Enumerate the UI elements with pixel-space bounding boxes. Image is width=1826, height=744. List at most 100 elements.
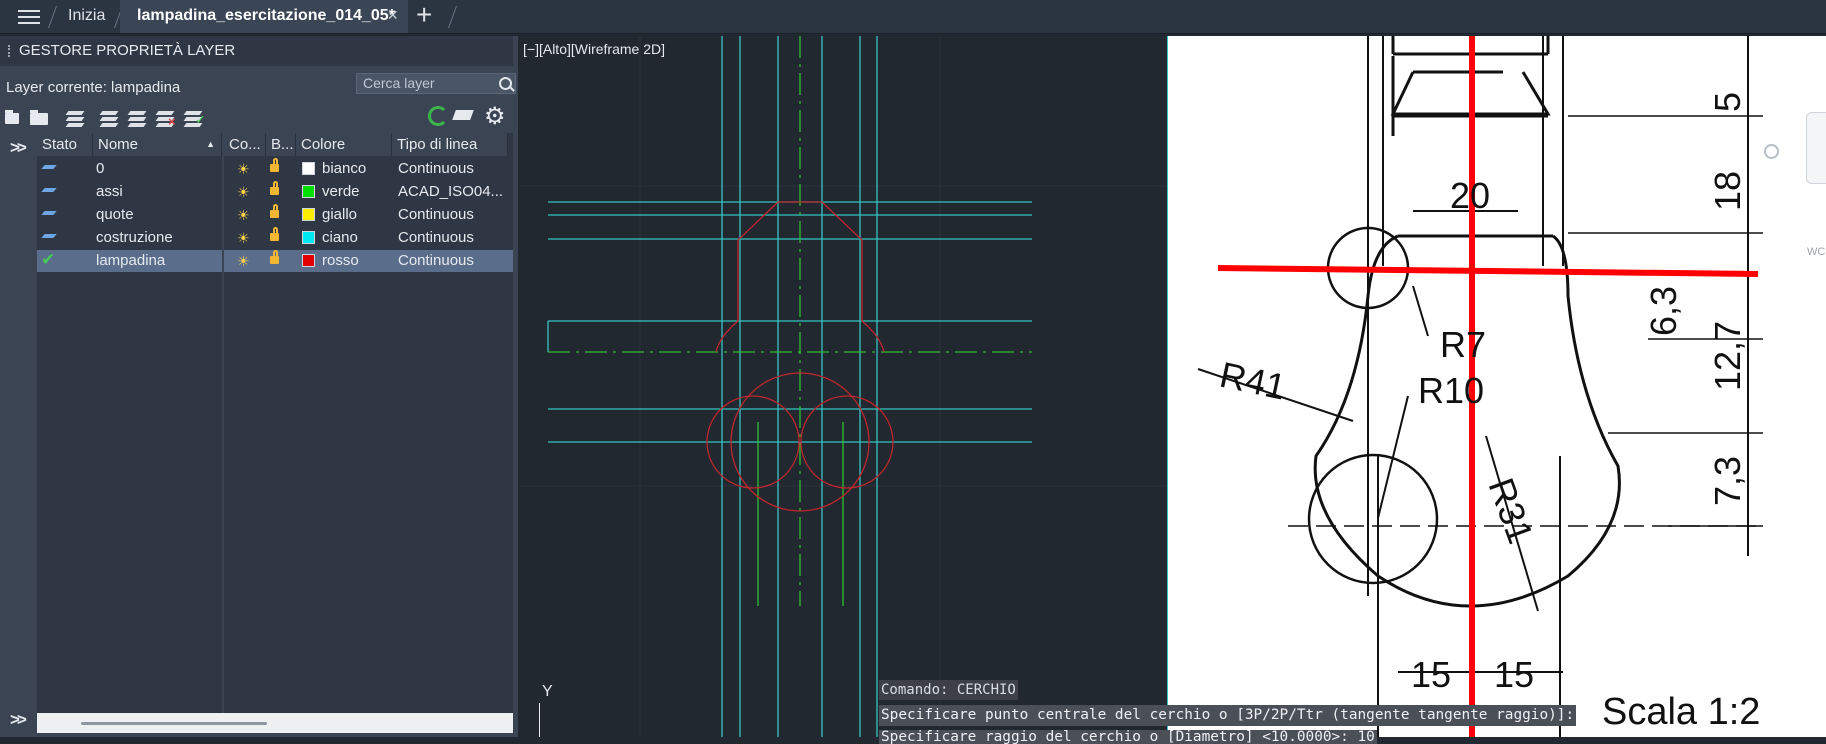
unlock-icon[interactable] xyxy=(270,181,279,195)
sun-icon[interactable]: ☀ xyxy=(237,204,250,226)
new-layer-vp-frozen-icon[interactable] xyxy=(126,108,147,127)
reference-image[interactable]: 20 R41 R7 R10 R31 15 15 Scala 1:2 5 18 6… xyxy=(1168,36,1826,737)
linetype[interactable]: Continuous xyxy=(398,158,474,180)
color-swatch[interactable] xyxy=(302,231,315,244)
color-swatch[interactable] xyxy=(302,185,315,198)
new-group-filter-icon[interactable] xyxy=(30,108,50,126)
table-row[interactable]: ☀ verde ACAD_ISO04... xyxy=(224,181,513,203)
double-chevron-right-icon[interactable]: >> xyxy=(10,138,27,158)
search-icon[interactable] xyxy=(499,77,512,90)
linetype[interactable]: Continuous xyxy=(398,204,474,226)
drag-grip-icon[interactable] xyxy=(8,45,13,57)
drawing-viewport[interactable] xyxy=(520,36,1168,737)
tab-bar: Inizia lampadina_esercitazione_014_05* ×… xyxy=(0,0,1826,34)
sun-icon[interactable]: ☀ xyxy=(237,158,250,180)
unlock-icon[interactable] xyxy=(270,204,279,218)
gear-icon[interactable]: ⚙ xyxy=(484,105,506,129)
color-name: ciano xyxy=(322,229,358,246)
linetype[interactable]: Continuous xyxy=(398,227,474,249)
column-nome[interactable]: Nome ▲ xyxy=(93,133,222,156)
color-swatch[interactable] xyxy=(302,254,315,267)
dim-r10: R10 xyxy=(1418,370,1484,411)
new-property-filter-icon[interactable] xyxy=(4,108,24,126)
unlock-icon[interactable] xyxy=(270,227,279,241)
linetype[interactable]: ACAD_ISO04... xyxy=(398,181,503,203)
column-nome-label: Nome xyxy=(98,136,139,153)
sun-icon[interactable]: ☀ xyxy=(237,181,250,203)
layer-properties-panel: GESTORE PROPRIETÀ LAYER Layer corrente: … xyxy=(0,36,518,737)
layer-name: costruzione xyxy=(96,229,173,246)
dim-12-7: 12,7 xyxy=(1707,321,1748,391)
layer-table-right: Co... B... Colore Tipo di linea ☀ bianco… xyxy=(224,133,513,719)
layer-status-icon xyxy=(41,211,57,215)
color-swatch[interactable] xyxy=(302,162,315,175)
double-chevron-right-icon[interactable]: >> xyxy=(10,710,27,730)
dim-r7: R7 xyxy=(1440,324,1486,365)
command-input-line[interactable]: Specificare raggio del cerchio o [Diamet… xyxy=(879,730,1377,744)
new-layer-icon[interactable] xyxy=(98,108,119,127)
dim-15a: 15 xyxy=(1411,654,1451,695)
color-name: verde xyxy=(322,183,360,200)
brush-icon[interactable] xyxy=(452,110,474,120)
construction-lines xyxy=(547,36,1032,737)
table-row[interactable]: 0 xyxy=(37,158,222,180)
tab-inizia[interactable]: Inizia xyxy=(58,0,115,33)
sort-up-icon: ▲ xyxy=(206,139,215,149)
ucs-icon xyxy=(539,703,540,737)
horizontal-scrollbar[interactable] xyxy=(37,713,513,733)
delete-layer-icon[interactable]: × xyxy=(154,108,176,129)
scrollbar-thumb[interactable] xyxy=(81,722,267,725)
tab-drawing[interactable]: lampadina_esercitazione_014_05* × xyxy=(120,0,408,33)
hamburger-icon[interactable] xyxy=(18,7,40,25)
panel-title: GESTORE PROPRIETÀ LAYER xyxy=(0,36,513,66)
close-icon[interactable]: × xyxy=(387,0,398,31)
table-row[interactable]: assi xyxy=(37,181,222,203)
table-row[interactable]: costruzione xyxy=(37,227,222,249)
tab-separator xyxy=(447,6,458,28)
unlock-icon[interactable] xyxy=(270,158,279,172)
current-layer-label: Layer corrente: lampadina xyxy=(6,79,181,96)
column-stato[interactable]: Stato xyxy=(37,133,93,156)
column-blocca[interactable]: B... xyxy=(266,133,296,156)
table-row-selected[interactable]: ✔ lampadina xyxy=(37,250,222,272)
linetype[interactable]: Continuous xyxy=(398,250,474,272)
dim-r31: R31 xyxy=(1480,473,1541,549)
dim-20: 20 xyxy=(1450,175,1490,216)
sun-icon[interactable]: ☀ xyxy=(237,250,250,272)
layer-states-manager-icon[interactable] xyxy=(64,108,85,127)
layer-name: quote xyxy=(96,206,134,223)
color-swatch[interactable] xyxy=(302,208,315,221)
table-row-selected[interactable]: ☀ rosso Continuous xyxy=(224,250,513,272)
visual-style-control[interactable]: [Wireframe 2D] xyxy=(571,41,665,57)
tab-drawing-label: lampadina_esercitazione_014_05* xyxy=(137,7,395,24)
column-congela[interactable]: Co... xyxy=(224,133,266,156)
table-row[interactable]: ☀ bianco Continuous xyxy=(224,158,513,180)
tab-separator xyxy=(47,6,58,28)
view-control[interactable]: [Alto] xyxy=(539,41,571,57)
color-name: rosso xyxy=(322,252,359,269)
refresh-icon[interactable] xyxy=(428,106,448,126)
wcs-label[interactable]: WCS xyxy=(1807,246,1826,258)
table-row[interactable]: quote xyxy=(37,204,222,226)
new-tab-button[interactable]: + xyxy=(416,1,432,29)
current-layer-check-icon: ✔ xyxy=(41,250,56,269)
layer-name: 0 xyxy=(96,160,105,177)
table-row[interactable]: ☀ giallo Continuous xyxy=(224,204,513,226)
column-colore[interactable]: Colore xyxy=(296,133,392,156)
sun-icon[interactable]: ☀ xyxy=(237,227,250,249)
viewport-minus-control[interactable]: [−] xyxy=(523,41,539,57)
command-prompt-line: Specificare punto centrale del cerchio o… xyxy=(879,705,1577,726)
dim-7-3: 7,3 xyxy=(1707,456,1748,506)
search-layer-input[interactable]: Cerca layer xyxy=(356,73,516,94)
dim-6-3: 6,3 xyxy=(1643,286,1684,336)
viewcube-compass-icon[interactable] xyxy=(1764,144,1779,159)
dim-18: 18 xyxy=(1707,171,1748,211)
set-current-layer-icon[interactable]: ✓ xyxy=(182,108,206,127)
unlock-icon[interactable] xyxy=(270,250,279,264)
table-row[interactable]: ☀ ciano Continuous xyxy=(224,227,513,249)
navigation-bar[interactable] xyxy=(1806,112,1826,184)
reference-drawing: 20 R41 R7 R10 R31 15 15 Scala 1:2 5 18 6… xyxy=(1197,36,1763,737)
column-tipo-linea[interactable]: Tipo di linea xyxy=(392,133,508,156)
search-placeholder: Cerca layer xyxy=(363,75,435,91)
reference-crosshair xyxy=(1217,36,1759,737)
